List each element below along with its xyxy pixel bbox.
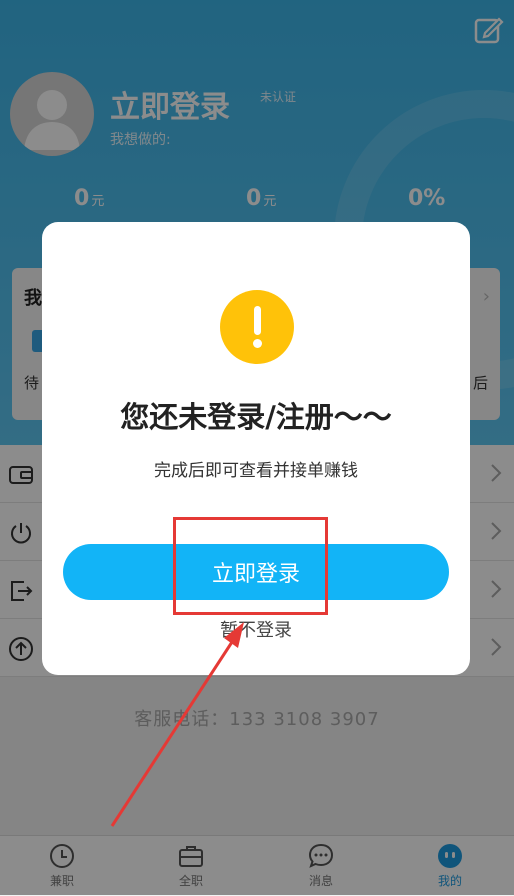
dialog-title: 您还未登录/注册～～ (120, 400, 392, 434)
warning-icon (220, 290, 294, 364)
dialog-subtitle: 完成后即可查看并接单赚钱 (154, 461, 358, 481)
warning-dot (253, 339, 262, 348)
annotation-highlight-box (173, 517, 328, 615)
app-screen: 立即登录 未认证 我想做的: 0元 0元 0% 我 › 待 后 客服电话：133… (0, 0, 514, 895)
skip-login-button[interactable]: 暂不登录 (42, 616, 470, 642)
warning-bar (254, 306, 261, 335)
